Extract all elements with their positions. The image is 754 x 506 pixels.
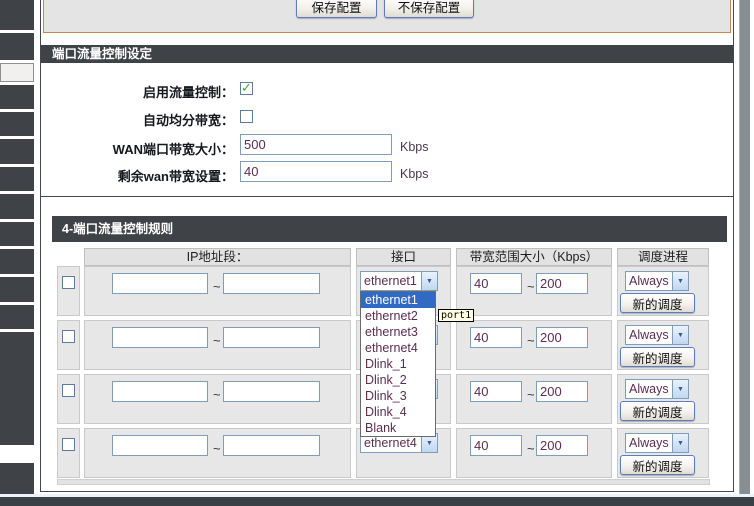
bw-tilde: ~ xyxy=(527,333,535,348)
remain-bandwidth-label: 剩余wan带宽设置： xyxy=(117,169,234,184)
schedule-select-value: Always xyxy=(629,382,669,396)
dropdown-option[interactable]: Blank xyxy=(361,420,435,436)
row-select-checkbox[interactable] xyxy=(62,276,75,289)
dropdown-option[interactable]: ethernet3 xyxy=(361,324,435,340)
ip-end-input[interactable] xyxy=(223,327,320,348)
bw-tilde: ~ xyxy=(527,279,535,294)
dropdown-option[interactable]: Dlink_3 xyxy=(361,388,435,404)
row-select-checkbox[interactable] xyxy=(62,438,75,451)
schedule-select[interactable]: Always ▼ xyxy=(625,271,689,291)
bw-tilde: ~ xyxy=(527,441,535,456)
row-checkbox-cell xyxy=(57,428,80,478)
schedule-select-value: Always xyxy=(629,436,669,450)
dropdown-option[interactable]: Dlink_4 xyxy=(361,404,435,420)
bw-max-input[interactable] xyxy=(536,327,588,348)
column-header-schedule: 调度进程 xyxy=(617,248,709,266)
sidebar-item[interactable] xyxy=(0,112,34,136)
rules-section-title: 4-端口流量控制规则 xyxy=(52,216,727,242)
chevron-down-icon[interactable]: ▼ xyxy=(421,272,437,290)
column-header-interface: 接口 xyxy=(356,248,451,266)
interface-select[interactable]: ethernet1 ▼ xyxy=(360,271,438,291)
row-select-checkbox[interactable] xyxy=(62,384,75,397)
new-schedule-button[interactable]: 新的调度 xyxy=(620,401,695,421)
interface-dropdown-list: ethernet1 ethernet2 ethernet3 ethernet4 … xyxy=(360,291,436,437)
ip-tilde: ~ xyxy=(213,333,221,348)
row-checkbox-cell xyxy=(57,266,80,316)
scrollbar-strip[interactable] xyxy=(739,0,750,497)
column-header-bandwidth: 带宽范围大小（Kbps） xyxy=(456,248,612,266)
dropdown-option[interactable]: ethernet2 xyxy=(361,308,435,324)
ip-start-input[interactable] xyxy=(112,381,208,402)
enable-traffic-label: 启用流量控制： xyxy=(142,85,234,100)
sidebar-item-active[interactable] xyxy=(0,63,34,82)
auto-split-checkbox[interactable] xyxy=(240,110,253,123)
ip-tilde: ~ xyxy=(213,387,221,402)
sidebar-item[interactable] xyxy=(0,249,34,274)
sidebar-item[interactable] xyxy=(0,194,34,219)
bw-min-input[interactable] xyxy=(470,327,522,348)
new-schedule-button[interactable]: 新的调度 xyxy=(620,347,695,367)
row-checkbox-cell xyxy=(57,320,80,370)
schedule-select[interactable]: Always ▼ xyxy=(625,433,689,453)
ip-end-input[interactable] xyxy=(223,273,320,294)
traffic-control-page: 保存配置 不保存配置 端口流量控制设定 启用流量控制： 自动均分带宽： WAN端… xyxy=(0,0,754,506)
ip-start-input[interactable] xyxy=(112,435,208,456)
footer-bar xyxy=(0,497,754,506)
chevron-down-icon[interactable]: ▼ xyxy=(672,272,688,290)
table-bottom-strip xyxy=(57,479,710,485)
port-tooltip: port1 xyxy=(438,309,475,322)
remain-bandwidth-unit: Kbps xyxy=(400,167,429,181)
sidebar-item[interactable] xyxy=(0,222,34,246)
ip-end-input[interactable] xyxy=(223,435,320,456)
sidebar-item[interactable] xyxy=(0,305,34,329)
schedule-select-value: Always xyxy=(629,274,669,288)
column-header-ip: IP地址段： xyxy=(84,248,351,266)
dropdown-option[interactable]: ethernet1 xyxy=(361,292,435,308)
ip-start-input[interactable] xyxy=(112,273,208,294)
sidebar-item[interactable] xyxy=(0,139,34,164)
discard-config-button[interactable]: 不保存配置 xyxy=(384,0,474,18)
new-schedule-button[interactable]: 新的调度 xyxy=(620,455,695,475)
ip-tilde: ~ xyxy=(213,441,221,456)
schedule-select[interactable]: Always ▼ xyxy=(625,325,689,345)
bw-min-input[interactable] xyxy=(470,435,522,456)
wan-bandwidth-unit: Kbps xyxy=(400,140,429,154)
interface-select-value: ethernet1 xyxy=(364,274,417,288)
settings-section-title: 端口流量控制设定 xyxy=(41,45,733,63)
dropdown-option[interactable]: ethernet4 xyxy=(361,340,435,356)
chevron-down-icon[interactable]: ▼ xyxy=(672,380,688,398)
dropdown-option[interactable]: Dlink_2 xyxy=(361,372,435,388)
ip-tilde: ~ xyxy=(213,279,221,294)
schedule-select[interactable]: Always ▼ xyxy=(625,379,689,399)
sidebar-item[interactable] xyxy=(0,0,34,30)
ip-start-input[interactable] xyxy=(112,327,208,348)
bw-min-input[interactable] xyxy=(470,273,522,294)
bw-max-input[interactable] xyxy=(536,273,588,294)
schedule-select-value: Always xyxy=(629,328,669,342)
save-config-button[interactable]: 保存配置 xyxy=(296,0,377,18)
sidebar-item[interactable] xyxy=(0,332,34,445)
bw-max-input[interactable] xyxy=(536,381,588,402)
new-schedule-button[interactable]: 新的调度 xyxy=(620,293,695,313)
wan-bandwidth-input[interactable] xyxy=(240,134,392,155)
section-divider xyxy=(40,196,734,197)
bw-max-input[interactable] xyxy=(536,435,588,456)
dropdown-option[interactable]: Dlink_1 xyxy=(361,356,435,372)
enable-traffic-checkbox[interactable] xyxy=(240,80,253,96)
chevron-down-icon[interactable]: ▼ xyxy=(672,326,688,344)
bw-min-input[interactable] xyxy=(470,381,522,402)
sidebar-item[interactable] xyxy=(0,33,34,60)
row-checkbox-cell xyxy=(57,374,80,424)
remain-bandwidth-input[interactable] xyxy=(240,161,392,182)
ip-end-input[interactable] xyxy=(223,381,320,402)
row-select-checkbox[interactable] xyxy=(62,330,75,343)
sidebar-item[interactable] xyxy=(0,167,34,191)
auto-split-label: 自动均分带宽： xyxy=(142,113,234,128)
sidebar-item[interactable] xyxy=(0,85,34,109)
chevron-down-icon[interactable]: ▼ xyxy=(672,434,688,452)
sidebar-item[interactable] xyxy=(0,463,34,494)
wan-bandwidth-label: WAN端口带宽大小： xyxy=(112,142,234,157)
sidebar-item[interactable] xyxy=(0,277,34,302)
bw-tilde: ~ xyxy=(527,387,535,402)
